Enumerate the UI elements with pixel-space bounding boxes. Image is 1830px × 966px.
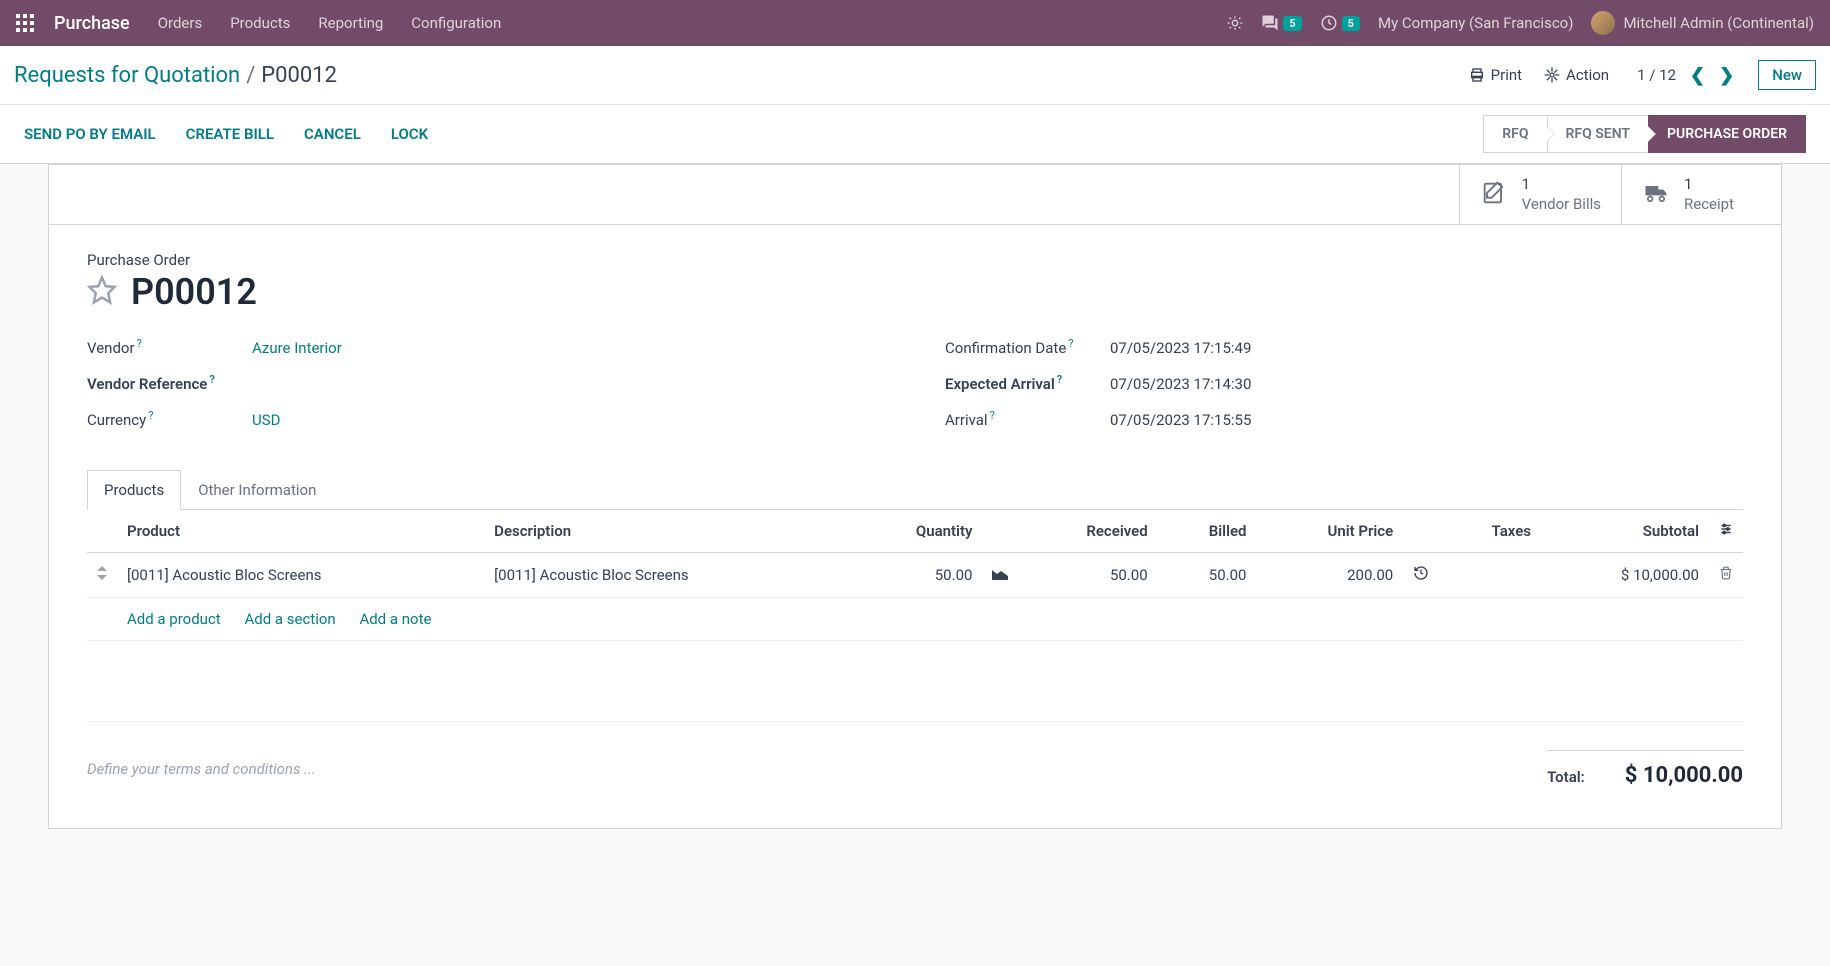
col-quantity: Quantity [851, 510, 982, 553]
add-note-link[interactable]: Add a note [359, 610, 431, 628]
cell-quantity[interactable]: 50.00 [851, 553, 982, 598]
delete-row-icon[interactable] [1719, 566, 1733, 584]
tabs: Products Other Information [87, 469, 1743, 510]
breadcrumb-sep: / [246, 63, 255, 88]
status-rfq-sent[interactable]: RFQ SENT [1547, 115, 1649, 153]
messages-icon[interactable]: 5 [1261, 14, 1301, 32]
currency-label: Currency? [87, 409, 252, 429]
help-icon[interactable]: ? [209, 373, 214, 386]
expected-label: Expected Arrival? [945, 373, 1110, 393]
vendor-label: Vendor? [87, 337, 252, 357]
vendor-bills-button[interactable]: 1 Vendor Bills [1459, 165, 1621, 224]
breadcrumb-parent[interactable]: Requests for Quotation [14, 63, 240, 88]
vendor-bills-count: 1 [1522, 175, 1601, 195]
form-sheet: 1 Vendor Bills 1 Receipt Purchase Order … [48, 164, 1782, 829]
record-name: P00012 [131, 271, 257, 313]
col-unit-price: Unit Price [1256, 510, 1403, 553]
help-icon[interactable]: ? [1057, 373, 1062, 386]
lock-button[interactable]: LOCK [391, 125, 428, 143]
action-label: Action [1566, 66, 1609, 84]
cancel-button[interactable]: CANCEL [304, 125, 361, 143]
debug-icon[interactable] [1227, 15, 1243, 31]
currency-value[interactable]: USD [252, 411, 885, 429]
total-label: Total: [1547, 768, 1585, 786]
app-brand[interactable]: Purchase [54, 13, 130, 34]
action-bar: SEND PO BY EMAIL CREATE BILL CANCEL LOCK… [0, 105, 1830, 164]
help-icon[interactable]: ? [148, 409, 153, 422]
vendor-ref-label: Vendor Reference? [87, 373, 252, 393]
print-button[interactable]: Print [1469, 66, 1522, 84]
receipt-count: 1 [1684, 175, 1734, 195]
settings-icon[interactable] [1719, 522, 1733, 540]
vendor-bills-label: Vendor Bills [1522, 195, 1601, 215]
menu-configuration[interactable]: Configuration [411, 14, 501, 32]
print-label: Print [1491, 66, 1522, 84]
col-description: Description [484, 510, 851, 553]
drag-handle-icon[interactable] [97, 566, 107, 584]
history-icon[interactable] [1413, 567, 1429, 585]
activities-icon[interactable]: 5 [1320, 14, 1360, 32]
arrival-value: 07/05/2023 17:15:55 [1110, 411, 1743, 429]
pager-next[interactable]: ❯ [1719, 65, 1734, 86]
pencil-note-icon [1480, 179, 1508, 211]
new-button[interactable]: New [1758, 60, 1816, 90]
col-taxes: Taxes [1439, 510, 1541, 553]
status-bar: RFQ RFQ SENT PURCHASE ORDER [1484, 115, 1806, 153]
vendor-value[interactable]: Azure Interior [252, 339, 885, 357]
favorite-star-icon[interactable] [87, 275, 117, 309]
stat-buttons: 1 Vendor Bills 1 Receipt [49, 165, 1781, 225]
action-button[interactable]: Action [1544, 66, 1609, 84]
col-product: Product [117, 510, 484, 553]
forecast-icon[interactable] [992, 566, 1008, 584]
confirmation-value: 07/05/2023 17:15:49 [1110, 339, 1743, 357]
pager-text[interactable]: 1 / 12 [1637, 66, 1676, 84]
order-lines-table: Product Description Quantity Received Bi… [87, 510, 1743, 641]
cell-taxes[interactable] [1439, 553, 1541, 598]
receipt-button[interactable]: 1 Receipt [1621, 165, 1781, 224]
tab-products[interactable]: Products [87, 470, 181, 510]
avatar [1591, 11, 1615, 35]
help-icon[interactable]: ? [990, 409, 995, 422]
cell-received: 50.00 [1018, 553, 1157, 598]
tab-other-info[interactable]: Other Information [181, 470, 333, 510]
apps-icon[interactable] [16, 14, 34, 32]
terms-placeholder[interactable]: Define your terms and conditions ... [87, 760, 316, 778]
menu-reporting[interactable]: Reporting [318, 14, 383, 32]
cell-description[interactable]: [0011] Acoustic Bloc Screens [484, 553, 851, 598]
status-rfq[interactable]: RFQ [1483, 115, 1547, 153]
add-section-link[interactable]: Add a section [244, 610, 335, 628]
user-name: Mitchell Admin (Continental) [1623, 14, 1814, 32]
truck-icon [1642, 179, 1670, 211]
create-bill-button[interactable]: CREATE BILL [186, 125, 274, 143]
cell-product[interactable]: [0011] Acoustic Bloc Screens [117, 553, 484, 598]
breadcrumb-current: P00012 [261, 63, 337, 88]
total-value: $ 10,000.00 [1625, 763, 1743, 788]
arrival-label: Arrival? [945, 409, 1110, 429]
help-icon[interactable]: ? [137, 337, 142, 350]
send-po-button[interactable]: SEND PO BY EMAIL [24, 125, 156, 143]
menu-products[interactable]: Products [230, 14, 290, 32]
company-switcher[interactable]: My Company (San Francisco) [1378, 14, 1573, 32]
cell-billed: 50.00 [1158, 553, 1257, 598]
receipt-label: Receipt [1684, 195, 1734, 215]
record-type-label: Purchase Order [87, 251, 1743, 269]
activities-badge: 5 [1342, 16, 1360, 31]
messages-badge: 5 [1283, 16, 1301, 31]
breadcrumb-bar: Requests for Quotation / P00012 Print Ac… [0, 46, 1830, 105]
help-icon[interactable]: ? [1068, 337, 1073, 350]
col-billed: Billed [1158, 510, 1257, 553]
cell-subtotal: $ 10,000.00 [1541, 553, 1709, 598]
table-row[interactable]: [0011] Acoustic Bloc Screens [0011] Acou… [87, 553, 1743, 598]
menu-orders[interactable]: Orders [158, 14, 203, 32]
confirmation-label: Confirmation Date? [945, 337, 1110, 357]
col-received: Received [1018, 510, 1157, 553]
col-subtotal: Subtotal [1541, 510, 1709, 553]
cell-unit-price[interactable]: 200.00 [1256, 553, 1403, 598]
pager-prev[interactable]: ❮ [1690, 65, 1705, 86]
expected-value[interactable]: 07/05/2023 17:14:30 [1110, 375, 1743, 393]
add-product-link[interactable]: Add a product [127, 610, 221, 628]
status-purchase-order[interactable]: PURCHASE ORDER [1648, 115, 1806, 153]
top-nav: Purchase Orders Products Reporting Confi… [0, 0, 1830, 46]
user-menu[interactable]: Mitchell Admin (Continental) [1591, 11, 1814, 35]
